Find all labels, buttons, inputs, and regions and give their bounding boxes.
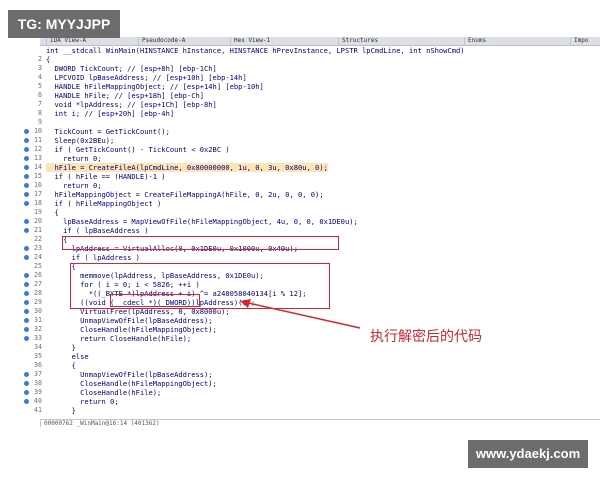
annotation-label: 执行解密后的代码 [370, 329, 482, 345]
annotation-arrow [240, 299, 361, 329]
status-bar: 00000762 _WinMain@16:14 (401362) [40, 419, 600, 427]
watermark-top: TG: MYYJJPP [8, 10, 120, 38]
watermark-bottom: www.ydaekj.com [468, 440, 588, 468]
